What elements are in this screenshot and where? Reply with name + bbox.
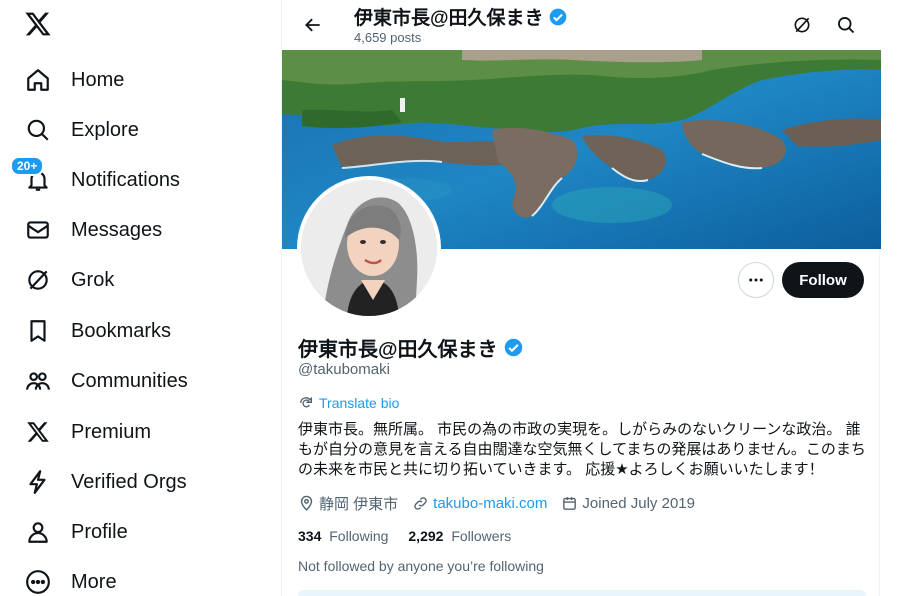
translate-bio-link[interactable]: Translate bio (298, 395, 399, 411)
search-icon (22, 114, 54, 146)
sidebar-item-home[interactable]: Home (22, 60, 124, 100)
sidebar-item-premium[interactable]: Premium (22, 412, 151, 452)
followers-count: 2,292 (408, 528, 444, 544)
more-horizontal-icon (749, 278, 763, 282)
back-arrow-icon[interactable] (298, 10, 328, 40)
sidebar-item-label: Profile (71, 520, 128, 543)
not-followed-note: Not followed by anyone you’re following (298, 558, 544, 574)
joined-text: Joined July 2019 (582, 495, 695, 512)
sidebar-item-label: Home (71, 68, 125, 91)
sidebar: Home Explore 20+ Notifications Messages … (0, 0, 282, 596)
sidebar-item-profile[interactable]: Profile (22, 512, 128, 552)
link-icon (414, 497, 427, 510)
translate-bio-label: Translate bio (319, 395, 400, 411)
profile-header-bar: 伊東市長@田久保まき 4,659 posts (282, 0, 881, 50)
sidebar-item-notifications[interactable]: 20+ Notifications (10, 156, 180, 200)
translate-icon (300, 396, 312, 408)
followers-label: Followers (451, 528, 512, 544)
header-title: 伊東市長@田久保まき (354, 3, 568, 30)
profile-avatar[interactable] (297, 176, 441, 320)
profile-bio: 伊東市長。無所属。 市民の為の市政の実現を。しがらみのないクリーンな政治。 誰も… (298, 421, 866, 478)
profile-name: 伊東市長@田久保まき (298, 339, 498, 361)
x-logo-icon (22, 416, 54, 448)
sidebar-item-verified-orgs[interactable]: Verified Orgs (22, 462, 187, 502)
following-count: 334 (298, 528, 322, 544)
sidebar-item-label: Notifications (71, 168, 180, 191)
followers-stat[interactable]: 2,292 Followers (408, 528, 511, 544)
home-icon (22, 64, 54, 96)
profile-name-row: 伊東市長@田久保まき (298, 333, 524, 362)
profile-handle: @takubomaki (298, 361, 390, 378)
bookmark-icon (22, 315, 54, 347)
sidebar-item-label: Communities (71, 369, 188, 392)
sidebar-item-label: Grok (71, 268, 115, 291)
follow-stats: 334 Following 2,292 Followers (298, 528, 531, 544)
profile-joined: Joined July 2019 (561, 495, 695, 512)
sidebar-item-label: Explore (71, 118, 139, 141)
calendar-icon (563, 497, 577, 510)
location-pin-icon (300, 495, 313, 511)
people-icon (22, 365, 54, 397)
location-text: 静岡 伊東市 (319, 496, 399, 513)
posts-count: 4,659 posts (354, 30, 422, 45)
grok-icon (22, 264, 54, 296)
follow-button[interactable]: Follow (782, 262, 864, 298)
bell-icon: 20+ (10, 156, 54, 196)
person-icon (22, 516, 54, 548)
sidebar-item-more[interactable]: More (22, 562, 117, 596)
profile-location: 静岡 伊東市 (298, 493, 398, 514)
verified-badge-icon (504, 338, 522, 357)
following-stat[interactable]: 334 Following (298, 528, 388, 544)
next-section-edge (298, 590, 866, 596)
sidebar-item-grok[interactable]: Grok (22, 260, 114, 300)
sidebar-item-explore[interactable]: Explore (22, 110, 139, 150)
lightning-icon (22, 466, 54, 498)
sidebar-item-label: Messages (71, 218, 163, 241)
sidebar-item-bookmarks[interactable]: Bookmarks (22, 311, 171, 351)
sidebar-item-label: More (71, 570, 117, 593)
grok-icon[interactable] (787, 10, 817, 40)
notifications-badge: 20+ (10, 156, 45, 176)
envelope-icon (22, 214, 54, 246)
profile-column: 伊東市長@田久保まき 4,659 posts Follow 伊東市長@田久保まき… (281, 0, 881, 596)
verified-badge-icon (549, 8, 566, 25)
x-logo-icon[interactable] (24, 10, 54, 40)
profile-website[interactable]: takubo-maki.com (412, 495, 547, 512)
sidebar-item-messages[interactable]: Messages (22, 210, 162, 250)
profile-meta: 静岡 伊東市 takubo-maki.com Joined July 2019 (298, 493, 709, 514)
more-circle-icon (22, 566, 54, 596)
search-icon[interactable] (831, 10, 861, 40)
sidebar-item-label: Bookmarks (71, 319, 172, 342)
following-label: Following (329, 528, 389, 544)
sidebar-item-communities[interactable]: Communities (22, 361, 188, 401)
header-name: 伊東市長@田久保まき (354, 8, 544, 29)
sidebar-item-label: Verified Orgs (71, 470, 187, 493)
website-link[interactable]: takubo-maki.com (433, 495, 547, 512)
sidebar-item-label: Premium (71, 420, 152, 443)
more-options-button[interactable] (738, 262, 774, 298)
